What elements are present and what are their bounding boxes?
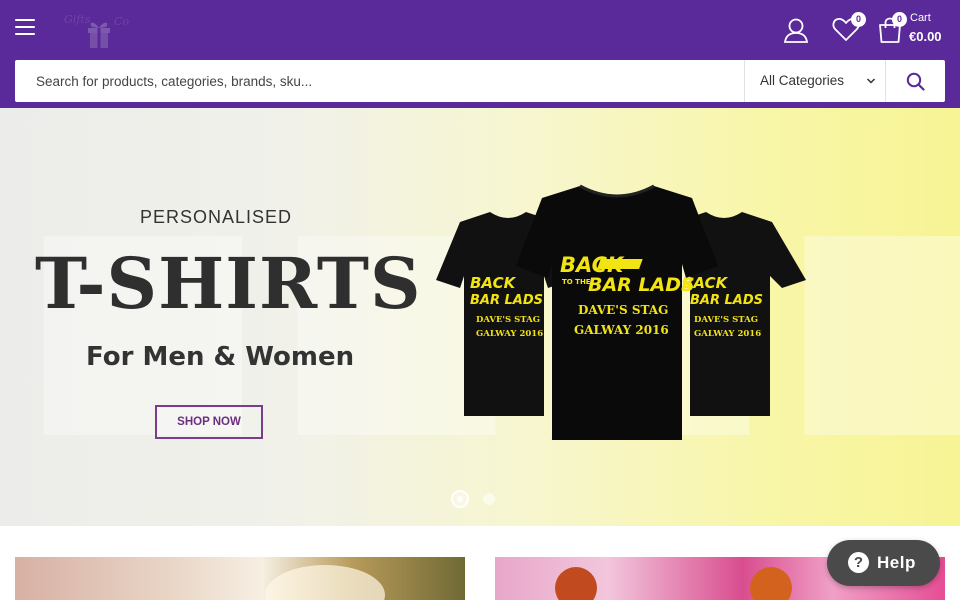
svg-text:DAVE'S STAG: DAVE'S STAG [476, 315, 540, 325]
hero-kicker: PERSONALISED [140, 207, 293, 227]
help-widget-button[interactable]: ? Help [827, 540, 940, 586]
svg-text:BACK: BACK [470, 274, 517, 292]
search-input[interactable] [15, 60, 743, 102]
search-bar: All Categories [15, 60, 945, 102]
svg-text:TO THE: TO THE [562, 278, 591, 286]
search-button[interactable] [886, 60, 945, 102]
tshirts-product-image: BACK BAR LADS DAVE'S STAG GALWAY 2016 BA… [436, 184, 806, 440]
wishlist-count-badge: 0 [851, 12, 866, 27]
hero-subtitle: For Men & Women [86, 342, 355, 372]
category-select[interactable]: All Categories [744, 60, 886, 102]
cart-button[interactable]: 0 [876, 12, 907, 44]
promo-right-child-head-2 [750, 567, 792, 600]
wishlist-button[interactable]: 0 [832, 12, 866, 44]
site-logo[interactable]: Gifts Co [50, 8, 150, 54]
svg-text:GALWAY 2016: GALWAY 2016 [694, 329, 761, 339]
question-mark-icon: ? [848, 552, 869, 573]
chevron-down-icon [866, 78, 876, 84]
cart-count-badge: 0 [892, 12, 907, 27]
top-header: Gifts Co 0 0 Cart €0.00 All Categories [0, 0, 960, 108]
svg-text:Co: Co [114, 15, 129, 28]
svg-text:DAVE'S STAG: DAVE'S STAG [694, 315, 758, 325]
cart-label[interactable]: Cart [910, 12, 931, 24]
svg-text:BAR LADS: BAR LADS [588, 274, 695, 296]
slider-dot-2[interactable] [483, 493, 495, 505]
help-label: Help [877, 553, 916, 572]
svg-text:DAVE'S STAG: DAVE'S STAG [578, 303, 668, 317]
slider-dot-1[interactable] [451, 490, 469, 508]
svg-text:BAR LADS: BAR LADS [470, 293, 543, 308]
svg-text:GALWAY 2016: GALWAY 2016 [476, 329, 543, 339]
user-icon [783, 18, 809, 43]
promo-right-child-head [555, 567, 597, 600]
hero-title: T-SHIRTS [35, 242, 422, 325]
search-icon [906, 72, 925, 91]
category-select-value: All Categories [760, 73, 845, 88]
hero-slider: ■■■■ PERSONALISED T-SHIRTS For Men & Wom… [0, 108, 960, 526]
hamburger-menu-icon[interactable] [15, 19, 35, 37]
promo-banner-left[interactable] [15, 557, 465, 600]
shop-now-button[interactable]: SHOP NOW [155, 405, 263, 439]
tshirt-center: BACK TO THE BAR LADS DAVE'S STAG GALWAY … [516, 184, 718, 440]
svg-text:Gifts: Gifts [64, 13, 91, 26]
account-button[interactable] [782, 16, 810, 44]
svg-text:GALWAY 2016: GALWAY 2016 [574, 323, 669, 337]
cart-total[interactable]: €0.00 [909, 29, 942, 44]
svg-text:BAR LADS: BAR LADS [690, 293, 763, 308]
promo-left-highlight [265, 565, 385, 600]
